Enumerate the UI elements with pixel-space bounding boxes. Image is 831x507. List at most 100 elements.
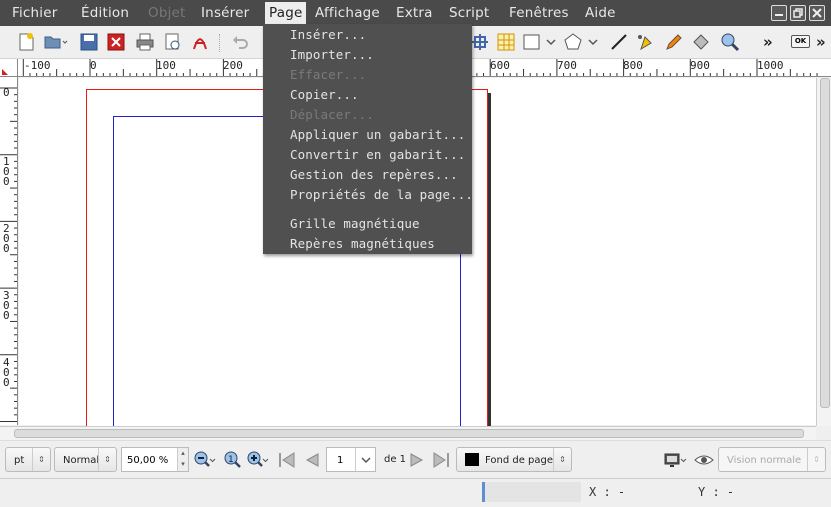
v-ruler-label: 200 [3, 222, 10, 255]
view-mode-select[interactable]: Vision normale ⇕ [718, 447, 826, 472]
polygon-dropdown-chevron-icon[interactable] [587, 32, 607, 52]
menu-extra[interactable]: Extra [396, 5, 433, 21]
y-coordinate-readout: Y : - [698, 485, 735, 499]
print-icon[interactable] [135, 32, 155, 52]
menu-bar: Fichier Édition Objet Insérer Page Affic… [0, 0, 831, 26]
toolbar-ok-button[interactable]: OK [791, 35, 810, 48]
page-menu-item-proprietes-page[interactable]: Propriétés de la page... [290, 187, 473, 202]
first-page-icon[interactable] [278, 451, 296, 469]
preflight-icon[interactable] [163, 32, 183, 52]
page-menu-item-gestion-reperes[interactable]: Gestion des repères... [290, 167, 458, 182]
layer-color-swatch [465, 453, 479, 466]
page-number-value: 1 [337, 455, 344, 466]
page-menu-item-convertir-gabarit[interactable]: Convertir en gabarit... [290, 147, 465, 162]
h-ruler-label: 800 [623, 59, 643, 72]
restore-window-button[interactable] [790, 5, 806, 21]
menu-aide[interactable]: Aide [585, 5, 616, 21]
zoom-100-icon[interactable]: 1 [224, 451, 242, 469]
next-page-icon[interactable] [408, 451, 426, 469]
menu-fenetres[interactable]: Fenêtres [509, 5, 569, 21]
ruler-origin-icon [2, 69, 8, 75]
page-menu-item-copier[interactable]: Copier... [290, 87, 359, 102]
spin-arrows-icon[interactable]: ▴ ▾ [177, 448, 188, 471]
page-menu-dropdown: Insérer... Importer... Effacer... Copier… [263, 24, 473, 254]
table-frame-icon[interactable] [470, 32, 490, 52]
updown-arrow-icon: ⇕ [553, 448, 571, 471]
page-count-label: de 1 [384, 454, 407, 465]
shape-icon[interactable] [522, 32, 542, 52]
grid-frame-icon[interactable] [496, 32, 516, 52]
status-bar: X : - Y : - [0, 478, 831, 507]
page-menu-item-importer[interactable]: Importer... [290, 47, 374, 62]
horizontal-scrollbar[interactable] [0, 426, 816, 440]
open-document-icon[interactable] [44, 32, 68, 52]
rotate-item-icon[interactable] [691, 32, 711, 52]
image-quality-select[interactable]: Normal ⇕ [54, 447, 117, 472]
h-ruler-label: 700 [557, 59, 577, 72]
menu-script[interactable]: Script [449, 5, 489, 21]
save-icon[interactable] [79, 32, 99, 52]
layer-select-value: Fond de page [485, 455, 554, 466]
unit-select-value: pt [14, 455, 25, 466]
h-ruler-label: 100 [156, 59, 176, 72]
zoom-in-icon[interactable] [247, 451, 269, 469]
unit-select[interactable]: pt ⇕ [5, 447, 51, 472]
view-bar: pt ⇕ Normal ⇕ 50,00 % ▴ ▾ 1 1 de 1 Fond d… [0, 440, 831, 478]
layer-select[interactable]: Fond de page ⇕ [456, 447, 572, 472]
progress-bar [482, 482, 581, 502]
menu-inserer[interactable]: Insérer [201, 5, 249, 21]
freehand-pencil-icon[interactable] [664, 32, 684, 52]
polygon-icon[interactable] [563, 32, 583, 52]
vertical-ruler[interactable]: 0 100 200 300 400 [0, 77, 18, 425]
minimize-window-button[interactable] [771, 5, 787, 21]
restore-icon [793, 8, 803, 18]
preview-monitor-icon[interactable] [664, 451, 687, 469]
v-ruler-label: 0 [3, 86, 10, 99]
menu-page[interactable]: Page [265, 2, 307, 24]
svg-text:1: 1 [228, 455, 234, 465]
export-pdf-icon[interactable] [190, 32, 210, 52]
page-number-select[interactable]: 1 [326, 447, 376, 472]
page-menu-item-deplacer[interactable]: Déplacer... [290, 107, 374, 122]
h-ruler-label: 200 [223, 59, 243, 72]
last-page-icon[interactable] [432, 451, 450, 469]
undo-icon[interactable] [230, 32, 250, 52]
toolbar-overflow-button[interactable]: » [763, 33, 773, 51]
updown-arrow-icon: ⇕ [807, 448, 825, 471]
zoom-out-icon[interactable] [194, 451, 216, 469]
h-ruler-label: 600 [490, 59, 510, 72]
bezier-pen-icon[interactable] [636, 32, 656, 52]
zoom-input[interactable]: 50,00 % ▴ ▾ [121, 447, 189, 472]
ruler-corner[interactable] [0, 59, 18, 77]
vertical-scrollbar-thumb[interactable] [820, 78, 830, 408]
menu-fichier[interactable]: Fichier [12, 5, 58, 21]
page-menu-item-inserer[interactable]: Insérer... [290, 27, 366, 42]
horizontal-scrollbar-thumb[interactable] [14, 429, 804, 438]
menu-edition[interactable]: Édition [81, 5, 129, 21]
menu-affichage[interactable]: Affichage [315, 5, 380, 21]
close-window-button[interactable] [809, 5, 825, 21]
toolbar-overflow-button-2[interactable]: » [816, 33, 826, 51]
close-icon [812, 8, 822, 18]
page-menu-item-effacer[interactable]: Effacer... [290, 67, 366, 82]
page-menu-item-grille-magnetique[interactable]: Grille magnétique [290, 216, 420, 231]
h-ruler-label: 0 [90, 59, 97, 72]
updown-arrow-icon: ⇕ [98, 448, 116, 471]
shape-dropdown-chevron-icon[interactable] [545, 32, 565, 52]
h-ruler-label: -100 [24, 59, 51, 72]
line-icon[interactable] [609, 32, 629, 52]
v-ruler-label: 300 [3, 289, 10, 322]
zoom-icon[interactable] [720, 32, 740, 52]
close-document-icon[interactable] [106, 32, 126, 52]
v-ruler-label: 400 [3, 356, 10, 389]
previous-page-icon[interactable] [303, 451, 321, 469]
new-document-icon[interactable] [16, 32, 36, 52]
view-mode-value: Vision normale [727, 455, 802, 466]
chevron-down-icon[interactable] [355, 448, 375, 471]
menu-objet[interactable]: Objet [148, 5, 186, 21]
page-menu-item-appliquer-gabarit[interactable]: Appliquer un gabarit... [290, 127, 465, 142]
vertical-scrollbar[interactable] [816, 78, 831, 426]
preview-eye-icon[interactable] [694, 451, 714, 469]
h-ruler-label: 900 [690, 59, 710, 72]
page-menu-item-reperes-magnetiques[interactable]: Repères magnétiques [290, 236, 435, 251]
